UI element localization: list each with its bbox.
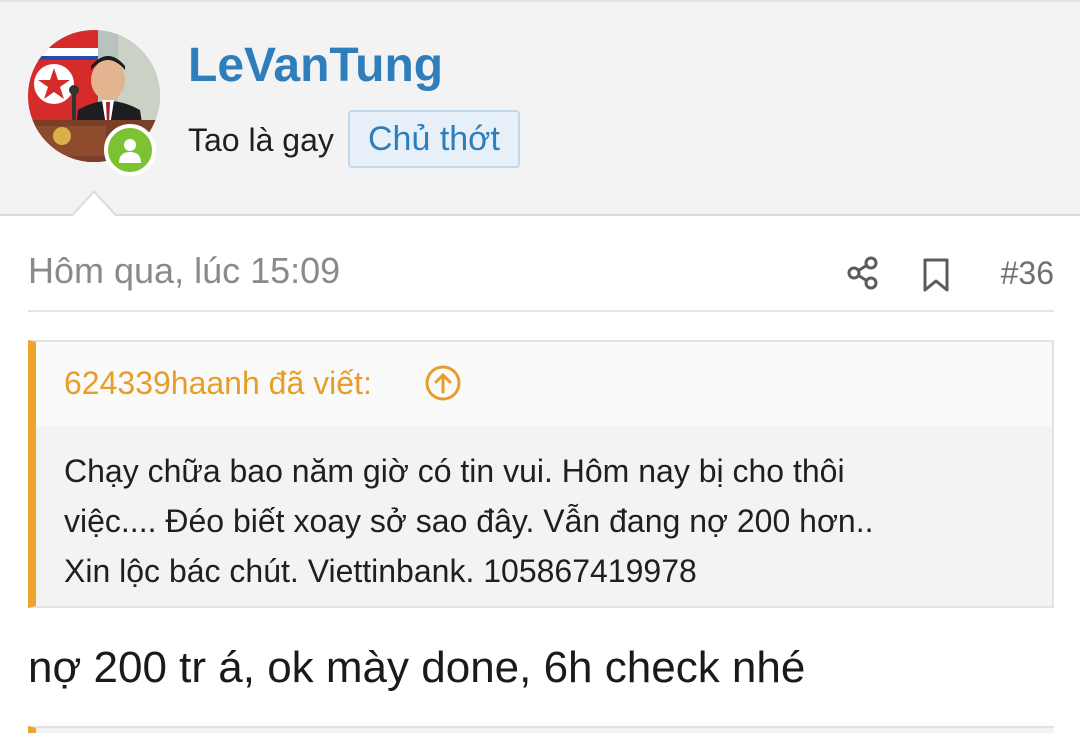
- post-number[interactable]: #36: [1001, 250, 1054, 296]
- meta-divider: [28, 310, 1054, 312]
- next-quote-block: [28, 726, 1054, 733]
- user-icon: [119, 139, 141, 163]
- online-status-indicator: [104, 124, 156, 176]
- bookmark-icon[interactable]: [922, 258, 950, 292]
- header-pointer-fill: [72, 193, 116, 217]
- arrow-up-circle-icon[interactable]: [424, 364, 462, 402]
- quote-line: việc.... Đéo biết xoay sở sao đây. Vẫn đ…: [64, 503, 874, 539]
- quote-line: Xin lộc bác chút. Viettinbank. 105867419…: [64, 553, 697, 589]
- quote-header: 624339haanh đã viết:: [36, 342, 1052, 426]
- quote-block: 624339haanh đã viết: Chạy chữa bao năm g…: [28, 340, 1054, 608]
- post-user-header: LeVanTung Tao là gay Chủ thớt: [0, 2, 1080, 216]
- post-message: nợ 200 tr á, ok mày done, 6h check nhé: [28, 643, 806, 692]
- quote-author[interactable]: 624339haanh đã viết:: [64, 362, 372, 404]
- post-meta-bar: Hôm qua, lúc 15:09 #36: [28, 248, 1054, 296]
- user-title: Tao là gay: [188, 122, 334, 158]
- quote-line: Chạy chữa bao năm giờ có tin vui. Hôm na…: [64, 453, 845, 489]
- share-icon[interactable]: [846, 256, 880, 290]
- username[interactable]: LeVanTung: [188, 38, 443, 94]
- thread-starter-badge: Chủ thớt: [348, 110, 520, 168]
- quote-content: Chạy chữa bao năm giờ có tin vui. Hôm na…: [64, 446, 1024, 596]
- post-date[interactable]: Hôm qua, lúc 15:09: [28, 248, 340, 294]
